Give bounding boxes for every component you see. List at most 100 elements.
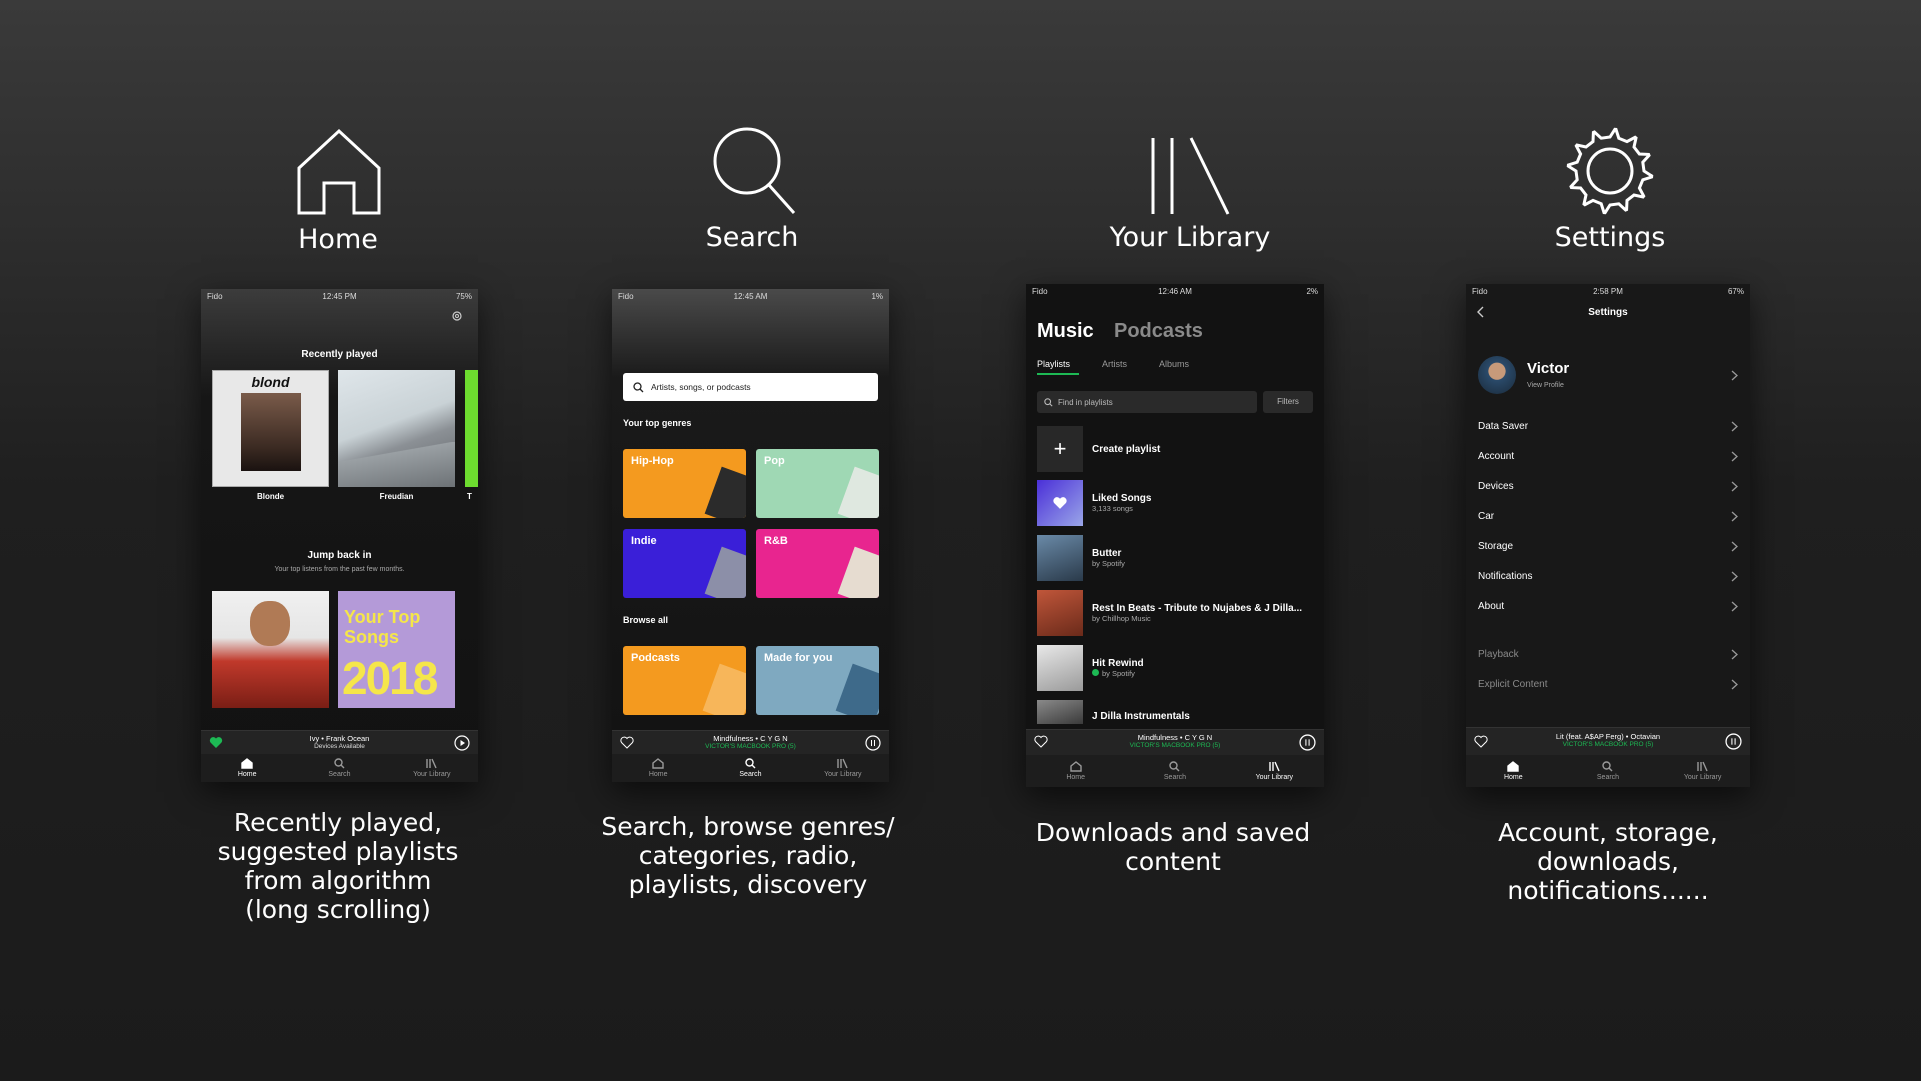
settings-item-about[interactable]: About — [1478, 592, 1738, 620]
tab-search[interactable]: Search — [1126, 761, 1224, 781]
tab-home[interactable]: Home — [1466, 761, 1560, 781]
playlist-row-rest-in-beats[interactable]: Rest In Beats - Tribute to Nujabes & J D… — [1037, 590, 1313, 636]
tab-podcasts[interactable]: Podcasts — [1114, 320, 1203, 343]
find-in-playlists-input[interactable]: Find in playlists — [1037, 391, 1257, 413]
heart-icon[interactable] — [209, 736, 223, 749]
tab-search[interactable]: Search — [705, 758, 796, 778]
chevron-right-icon — [1731, 481, 1738, 491]
now-playing-bar[interactable]: Lit (feat. A$AP Ferg) • Octavian VICTOR'… — [1466, 727, 1750, 755]
tab-label: Search — [739, 771, 762, 778]
genre-tile-pop[interactable]: Pop — [756, 449, 879, 518]
row-title: Create playlist — [1092, 443, 1161, 455]
pause-icon[interactable] — [1299, 734, 1316, 751]
playlist-card-top-songs-2018[interactable]: Your Top Songs 2018 — [338, 591, 455, 708]
downloaded-icon — [1092, 669, 1099, 676]
tile-art — [837, 546, 879, 598]
album-art — [241, 393, 301, 471]
pause-icon[interactable] — [865, 735, 881, 751]
browse-tile-podcasts[interactable]: Podcasts — [623, 646, 746, 715]
subtab-albums[interactable]: Albums — [1159, 359, 1189, 369]
album-card-partial[interactable] — [465, 370, 478, 487]
settings-item-notifications[interactable]: Notifications — [1478, 562, 1738, 590]
settings-item-car[interactable]: Car — [1478, 502, 1738, 530]
gear-icon[interactable] — [450, 309, 464, 323]
row-title: Butter — [1092, 548, 1122, 559]
search-icon — [334, 758, 345, 769]
heart-icon[interactable] — [1034, 735, 1048, 748]
playlist-row-butter[interactable]: Butter by Spotify — [1037, 535, 1313, 581]
find-placeholder: Find in playlists — [1058, 397, 1113, 407]
home-icon — [1069, 761, 1082, 772]
now-playing-bar[interactable]: Mindfulness • C Y G N VICTOR'S MACBOOK P… — [612, 730, 889, 754]
art-text: Your Top — [344, 607, 421, 627]
settings-item-label: Explicit Content — [1478, 678, 1548, 690]
browse-tile-made-for-you[interactable]: Made for you — [756, 646, 879, 715]
subtab-playlists[interactable]: Playlists — [1037, 359, 1070, 369]
search-screen: Fido 12:45 AM 1% Artists, songs, or podc… — [612, 289, 889, 782]
now-playing-track: Mindfulness • C Y G N — [1137, 733, 1213, 742]
tab-label: Home — [648, 771, 668, 778]
row-title: Hit Rewind — [1092, 658, 1144, 669]
column-title-home: Home — [298, 224, 378, 255]
home-icon — [652, 758, 664, 769]
gear-icon — [1566, 127, 1654, 215]
devices-available[interactable]: Devices Available — [201, 743, 478, 750]
subtab-artists[interactable]: Artists — [1102, 359, 1127, 369]
connected-device[interactable]: VICTOR'S MACBOOK PRO (5) — [1026, 742, 1324, 749]
tab-music[interactable]: Music — [1037, 320, 1094, 343]
profile-row[interactable]: Victor View Profile — [1478, 356, 1738, 396]
search-icon — [1169, 761, 1180, 772]
connected-device[interactable]: VICTOR'S MACBOOK PRO (5) — [612, 743, 889, 750]
settings-item-explicit-content[interactable]: Explicit Content — [1478, 670, 1738, 698]
tab-library[interactable]: Your Library — [1225, 761, 1323, 781]
album-card-portrait[interactable] — [212, 591, 329, 708]
album-card-freudian[interactable] — [338, 370, 455, 487]
genre-tile-hiphop[interactable]: Hip-Hop — [623, 449, 746, 518]
status-time: 2:58 PM — [1593, 286, 1623, 296]
pause-icon[interactable] — [1725, 733, 1742, 750]
tab-home[interactable]: Home — [1027, 761, 1125, 781]
row-subtitle: 3,133 songs — [1092, 504, 1133, 513]
settings-item-storage[interactable]: Storage — [1478, 532, 1738, 560]
settings-item-devices[interactable]: Devices — [1478, 472, 1738, 500]
heart-icon[interactable] — [1474, 735, 1488, 748]
now-playing-bar[interactable]: Mindfulness • C Y G N VICTOR'S MACBOOK P… — [1026, 729, 1324, 755]
genre-tile-rnb[interactable]: R&B — [756, 529, 879, 598]
search-input[interactable]: Artists, songs, or podcasts — [623, 373, 878, 401]
chevron-right-icon — [1731, 649, 1738, 659]
settings-item-playback[interactable]: Playback — [1478, 640, 1738, 668]
connected-device[interactable]: VICTOR'S MACBOOK PRO (5) — [1466, 741, 1750, 748]
create-playlist-row[interactable]: + Create playlist — [1037, 426, 1313, 472]
row-subtitle: by Spotify — [1092, 669, 1144, 678]
heart-icon[interactable] — [620, 736, 634, 749]
playlist-row-j-dilla[interactable]: J Dilla Instrumentals — [1037, 700, 1313, 724]
caption-line: Search, browse genres/ — [601, 812, 895, 841]
tab-home[interactable]: Home — [612, 758, 703, 778]
tab-label: Your Library — [1683, 774, 1722, 781]
playlist-row-liked-songs[interactable]: Liked Songs 3,133 songs — [1037, 480, 1313, 526]
view-profile-link: View Profile — [1527, 382, 1564, 389]
caption-line: downloads, — [1537, 847, 1679, 876]
tab-home[interactable]: Home — [201, 758, 292, 778]
settings-item-account[interactable]: Account — [1478, 442, 1738, 470]
tile-art — [837, 466, 879, 518]
now-playing-bar[interactable]: Ivy • Frank Ocean Devices Available — [201, 730, 478, 754]
album-card-blonde[interactable]: blond — [212, 370, 329, 487]
tab-library[interactable]: Your Library — [1656, 761, 1750, 781]
caption-search: Search, browse genres/ categories, radio… — [578, 812, 918, 899]
settings-item-label: Devices — [1478, 480, 1514, 492]
tab-search[interactable]: Search — [1561, 761, 1655, 781]
genre-label: Pop — [764, 455, 785, 467]
tab-library[interactable]: Your Library — [386, 758, 477, 778]
home-icon — [1507, 761, 1520, 772]
settings-item-data-saver[interactable]: Data Saver — [1478, 412, 1738, 440]
status-bar: Fido 12:46 AM 2% — [1026, 284, 1324, 298]
filters-button[interactable]: Filters — [1263, 391, 1313, 413]
status-bar: Fido 12:45 AM 1% — [612, 289, 889, 303]
playlist-row-hit-rewind[interactable]: Hit Rewind by Spotify — [1037, 645, 1313, 691]
genre-tile-indie[interactable]: Indie — [623, 529, 746, 598]
tab-search[interactable]: Search — [294, 758, 385, 778]
caption-line: Account, storage, — [1498, 818, 1718, 847]
play-icon[interactable] — [454, 735, 470, 751]
tab-library[interactable]: Your Library — [797, 758, 888, 778]
